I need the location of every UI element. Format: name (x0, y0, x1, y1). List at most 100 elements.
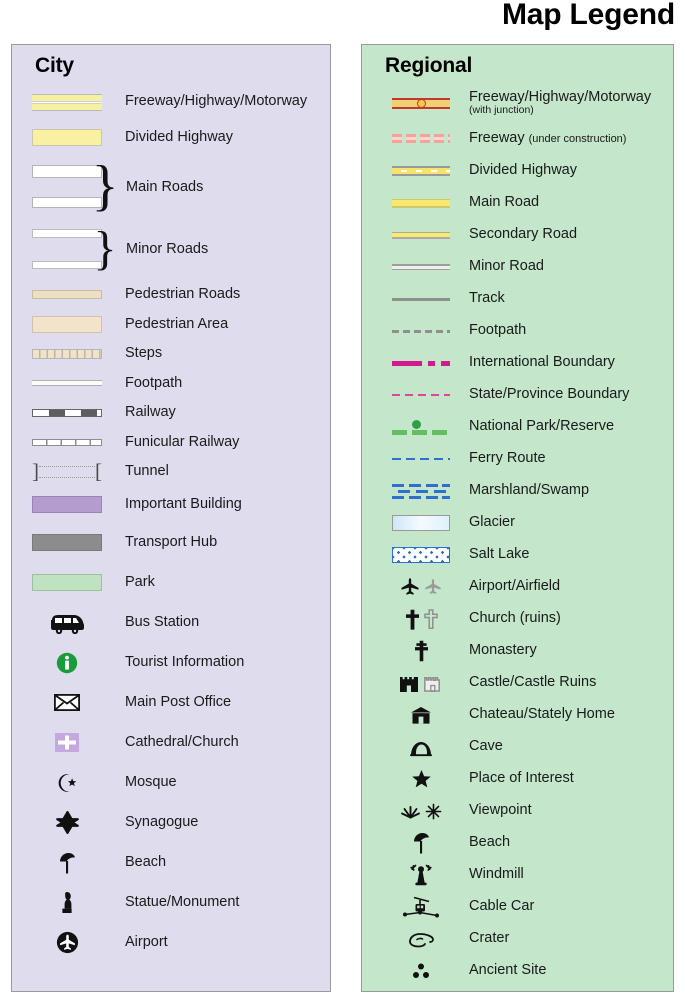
monastery-cross-icon (384, 640, 458, 662)
windmill-icon (384, 864, 458, 886)
legend-item-label: Ferry Route (469, 450, 546, 467)
legend-item-glacier[interactable]: Glacier (362, 507, 673, 539)
legend-item-secondary-road[interactable]: Secondary Road (362, 219, 673, 251)
legend-item-castle[interactable]: Castle/Castle Ruins (362, 667, 673, 699)
legend-item-mosque[interactable]: Mosque (12, 763, 330, 803)
city-panel-heading: City (35, 54, 74, 77)
city-tunnel-swatch: ] [ (24, 458, 110, 483)
statue-icon (24, 891, 110, 914)
legend-item-transport-hub[interactable]: Transport Hub (12, 523, 330, 563)
legend-item-label: Mosque (125, 773, 177, 790)
legend-item-funicular-railway[interactable]: Funicular Railway (12, 428, 330, 458)
regional-freeway-under-construction-swatch (384, 134, 458, 143)
legend-item-label: Salt Lake (469, 546, 530, 563)
city-steps-swatch (24, 348, 110, 359)
legend-item-regional-footpath[interactable]: Footpath (362, 315, 673, 347)
legend-item-regional-divided-highway[interactable]: Divided Highway (362, 155, 673, 187)
legend-item-important-building[interactable]: Important Building (12, 487, 330, 523)
legend-item-label: Pedestrian Roads (125, 286, 241, 303)
legend-item-freeway[interactable]: Freeway/Highway/Motorway (12, 84, 330, 120)
legend-item-tourist-information[interactable]: Tourist Information (12, 643, 330, 683)
city-divided-highway-swatch (24, 129, 110, 146)
legend-item-pedestrian-area[interactable]: Pedestrian Area (12, 310, 330, 340)
city-pedestrian-area-swatch (24, 315, 110, 333)
legend-item-marshland[interactable]: Marshland/Swamp (362, 475, 673, 507)
legend-item-national-park[interactable]: National Park/Reserve (362, 411, 673, 443)
legend-item-label: Synagogue (125, 813, 199, 830)
legend-item-freeway-junction[interactable]: Freeway/Highway/Motorway (with junction) (362, 84, 673, 122)
legend-item-chateau[interactable]: Chateau/Stately Home (362, 699, 673, 731)
legend-item-label: Beach (469, 834, 511, 851)
page-title: Map Legend (501, 0, 675, 31)
beach-umbrella-icon (24, 852, 110, 874)
legend-item-pedestrian-roads[interactable]: Pedestrian Roads (12, 280, 330, 310)
legend-item-railway[interactable]: Railway (12, 398, 330, 428)
cross-square-icon (24, 733, 110, 752)
legend-item-label: Park (125, 573, 155, 590)
city-park-swatch (24, 574, 110, 591)
city-funicular-railway-swatch (24, 438, 110, 446)
legend-item-international-boundary[interactable]: International Boundary (362, 347, 673, 379)
legend-item-cave[interactable]: Cave (362, 731, 673, 763)
legend-item-label: Track (469, 290, 505, 307)
legend-item-divided-highway[interactable]: Divided Highway (12, 120, 330, 155)
city-important-building-swatch (24, 496, 110, 513)
legend-item-synagogue[interactable]: Synagogue (12, 803, 330, 843)
legend-item-crater[interactable]: Crater (362, 923, 673, 955)
beach-umbrella-icon (384, 832, 458, 854)
legend-item-freeway-under-construction[interactable]: Freeway (under construction) (362, 122, 673, 155)
legend-item-label: Freeway/Highway/Motorway (with junction) (469, 88, 652, 117)
city-pedestrian-road-swatch (24, 290, 110, 300)
legend-item-regional-minor-road[interactable]: Minor Road (362, 251, 673, 283)
legend-item-label: Freeway (under construction) (469, 129, 627, 146)
regional-divided-highway-swatch (384, 166, 458, 176)
legend-item-airport[interactable]: Airport (12, 923, 330, 963)
bracket-right-icon: [ (95, 458, 102, 483)
legend-item-ancient-site[interactable]: Ancient Site (362, 955, 673, 987)
city-freeway-swatch (24, 93, 110, 111)
legend-item-cathedral-church[interactable]: Cathedral/Church (12, 723, 330, 763)
legend-item-label: Minor Roads (126, 241, 209, 257)
legend-item-minor-roads[interactable]: } Minor Roads (12, 218, 330, 280)
legend-item-sublabel: (under construction) (528, 132, 627, 145)
bus-icon (24, 612, 110, 634)
legend-item-label: Castle/Castle Ruins (469, 674, 597, 691)
legend-item-main-roads[interactable]: } Main Roads (12, 155, 330, 218)
info-circle-icon (24, 652, 110, 674)
legend-item-footpath[interactable]: Footpath (12, 369, 330, 399)
legend-item-park[interactable]: Park (12, 563, 330, 603)
legend-item-church-ruins[interactable]: Church (ruins) (362, 603, 673, 635)
regional-legend-panel: Regional Freeway/Highway/Motorway (with … (361, 44, 674, 992)
star-of-david-icon (24, 811, 110, 834)
legend-item-border-control[interactable]: Border Control (362, 987, 673, 991)
legend-item-windmill[interactable]: Windmill (362, 859, 673, 891)
crater-icon (384, 930, 458, 948)
legend-item-regional-beach[interactable]: Beach (362, 827, 673, 859)
legend-item-place-of-interest[interactable]: Place of Interest (362, 763, 673, 795)
legend-item-track[interactable]: Track (362, 283, 673, 315)
legend-item-ferry-route[interactable]: Ferry Route (362, 443, 673, 475)
legend-item-state-boundary[interactable]: State/Province Boundary (362, 379, 673, 411)
legend-item-viewpoint[interactable]: Viewpoint (362, 795, 673, 827)
chateau-icon (384, 706, 458, 725)
legend-item-label: Ancient Site (469, 962, 547, 979)
legend-item-tunnel[interactable]: ] [ Tunnel (12, 457, 330, 487)
legend-item-bus-station[interactable]: Bus Station (12, 603, 330, 643)
legend-item-beach[interactable]: Beach (12, 843, 330, 883)
legend-item-label: Cathedral/Church (125, 733, 239, 750)
legend-item-label: Airport (125, 933, 168, 950)
legend-item-label: Minor Road (469, 258, 544, 275)
legend-item-monastery[interactable]: Monastery (362, 635, 673, 667)
legend-item-label: Windmill (469, 866, 524, 883)
legend-item-label: Crater (469, 930, 510, 947)
legend-item-label: Divided Highway (469, 162, 577, 179)
legend-item-salt-lake[interactable]: Salt Lake (362, 539, 673, 571)
regional-minor-road-swatch (384, 264, 458, 270)
legend-item-cable-car[interactable]: Cable Car (362, 891, 673, 923)
legend-item-main-post-office[interactable]: Main Post Office (12, 683, 330, 723)
legend-item-statue-monument[interactable]: Statue/Monument (12, 883, 330, 923)
legend-item-steps[interactable]: Steps (12, 339, 330, 369)
legend-item-label: Cave (469, 738, 503, 755)
legend-item-regional-main-road[interactable]: Main Road (362, 187, 673, 219)
legend-item-airport-airfield[interactable]: Airport/Airfield (362, 571, 673, 603)
